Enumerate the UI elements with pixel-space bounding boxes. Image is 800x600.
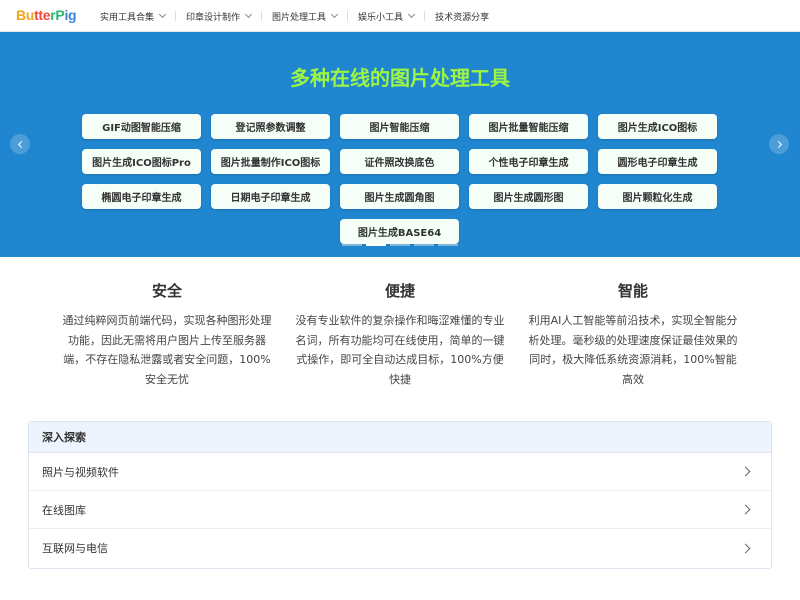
- tool-button[interactable]: 图片生成BASE64: [340, 219, 459, 244]
- nav-item-fun-tools[interactable]: 娱乐小工具: [348, 0, 424, 32]
- carousel-indicators: [342, 244, 462, 246]
- nav-item-tech-resources[interactable]: 技术资源分享: [425, 0, 499, 32]
- carousel-next-button[interactable]: [769, 134, 789, 154]
- main-nav: 实用工具合集 印章设计制作 图片处理工具 娱乐小工具 技术资源分享: [90, 0, 499, 32]
- tool-button[interactable]: 图片生成圆形图: [469, 184, 588, 209]
- explore-item-label: 照片与视频软件: [42, 465, 119, 479]
- nav-item-utility-tools[interactable]: 实用工具合集: [90, 0, 175, 32]
- tool-button[interactable]: 证件照改换底色: [340, 149, 459, 174]
- tool-button[interactable]: GIF动图智能压缩: [82, 114, 201, 139]
- feature-title: 便捷: [384, 282, 415, 300]
- tool-button[interactable]: 图片智能压缩: [340, 114, 459, 139]
- banner-title: 多种在线的图片处理工具: [290, 66, 510, 90]
- feature-title: 智能: [617, 282, 648, 300]
- tool-button[interactable]: 圆形电子印章生成: [598, 149, 717, 174]
- explore-item-internet-telecom[interactable]: 互联网与电信: [29, 529, 771, 567]
- carousel-dot[interactable]: [342, 244, 362, 246]
- top-header: ButterPig 实用工具合集 印章设计制作 图片处理工具 娱乐小工具 技术资…: [0, 0, 800, 32]
- feature-safe: 安全 通过纯粹网页前端代码，实现各种图形处理功能，因此无需将用户图片上传至服务器…: [62, 280, 272, 389]
- chevron-right-icon: [740, 504, 751, 515]
- tool-button[interactable]: 图片颗粒化生成: [598, 184, 717, 209]
- nav-item-seal-design[interactable]: 印章设计制作: [176, 0, 261, 32]
- feature-title: 安全: [151, 282, 182, 300]
- chevron-down-icon: [408, 10, 416, 19]
- tool-button[interactable]: 图片批量智能压缩: [469, 114, 588, 139]
- tool-button[interactable]: 个性电子印章生成: [469, 149, 588, 174]
- chevron-down-icon: [244, 10, 253, 19]
- chevron-down-icon: [158, 10, 167, 19]
- tool-button[interactable]: 图片批量制作ICO图标: [211, 149, 330, 174]
- feature-description: 没有专业软件的复杂操作和晦涩难懂的专业名词，所有功能均可在线使用，简单的一键式操…: [295, 314, 505, 386]
- nav-item-image-tools[interactable]: 图片处理工具: [262, 0, 347, 32]
- feature-description: 利用AI人工智能等前沿技术，实现全智能分析处理。毫秒级的处理速度保证最佳效果的同…: [528, 314, 738, 386]
- chevron-right-icon: [774, 140, 782, 148]
- tool-button[interactable]: 椭圆电子印章生成: [82, 184, 201, 209]
- tool-button[interactable]: 登记照参数调整: [211, 114, 330, 139]
- site-logo[interactable]: ButterPig: [16, 7, 77, 23]
- chevron-right-icon: [740, 543, 751, 553]
- tool-button[interactable]: 图片生成ICO图标Pro: [82, 149, 201, 174]
- carousel-dot[interactable]: [390, 244, 410, 246]
- tool-button[interactable]: 日期电子印章生成: [211, 184, 330, 209]
- chevron-down-icon: [331, 10, 339, 19]
- explore-item-label: 在线图库: [42, 503, 86, 517]
- feature-convenient: 便捷 没有专业软件的复杂操作和晦涩难懂的专业名词，所有功能均可在线使用，简单的一…: [295, 280, 505, 389]
- chevron-left-icon: [17, 140, 25, 148]
- hero-banner: 多种在线的图片处理工具 GIF动图智能压缩 登记照参数调整 图片智能压缩 图片批…: [0, 32, 800, 257]
- carousel-dot[interactable]: [414, 244, 434, 246]
- carousel-prev-button[interactable]: [10, 134, 30, 154]
- chevron-right-icon: [740, 466, 751, 477]
- explore-item-photo-video[interactable]: 照片与视频软件: [29, 453, 771, 491]
- carousel-dot-active[interactable]: [366, 244, 386, 246]
- explore-title: 深入探索: [29, 422, 771, 453]
- feature-smart: 智能 利用AI人工智能等前沿技术，实现全智能分析处理。毫秒级的处理速度保证最佳效…: [528, 280, 738, 389]
- explore-item-online-gallery[interactable]: 在线图库: [29, 491, 771, 529]
- explore-panel: 深入探索 照片与视频软件 在线图库 互联网与电信: [28, 421, 772, 569]
- tool-button[interactable]: 图片生成ICO图标: [598, 114, 717, 139]
- tool-button[interactable]: 图片生成圆角图: [340, 184, 459, 209]
- explore-item-label: 互联网与电信: [42, 542, 108, 555]
- feature-description: 通过纯粹网页前端代码，实现各种图形处理功能，因此无需将用户图片上传至服务器端，不…: [62, 314, 272, 386]
- carousel-dot[interactable]: [438, 244, 458, 246]
